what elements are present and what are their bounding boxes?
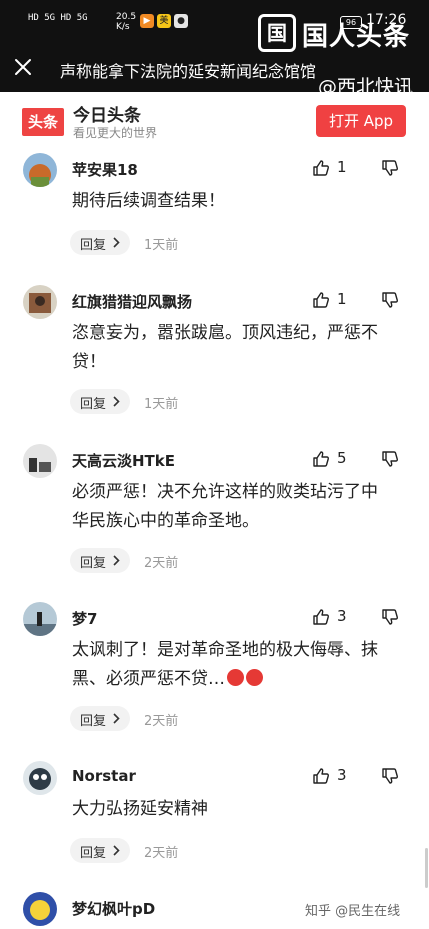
avatar[interactable] — [23, 153, 57, 187]
notification-app-icon: ▶ — [140, 14, 154, 28]
avatar[interactable] — [23, 892, 57, 926]
comment-time: 1天前 — [144, 238, 179, 253]
close-icon[interactable] — [12, 56, 34, 78]
comment-text: 恣意妄为，嚣张跋扈。顶风违纪，严惩不 贷！ — [72, 319, 407, 377]
comment-line: 恣意妄为，嚣张跋扈。顶风违纪，严惩不 — [72, 323, 378, 343]
angry-face-emoji-icon — [227, 669, 244, 686]
reply-button[interactable]: 回复 — [70, 838, 130, 863]
dislike-button[interactable] — [381, 289, 401, 311]
reply-button[interactable]: 回复 — [70, 706, 130, 731]
comment-item: 梦7 3 太讽刺了！是对革命圣地的极大侮辱、抹 黑、必须严惩不贷… 回复 2天前 — [0, 602, 429, 742]
notification-app-icon-3: ● — [174, 14, 188, 28]
comment-line: 太讽刺了！是对革命圣地的极大侮辱、抹 — [72, 640, 378, 660]
reply-button[interactable]: 回复 — [70, 548, 130, 573]
comment-time: 1天前 — [144, 397, 179, 412]
comment-line: 期待后续调查结果！ — [72, 191, 225, 211]
comment-text: 必须严惩！决不允许这样的败类玷污了中 华民族心中的革命圣地。 — [72, 478, 407, 536]
thumbs-down-icon — [382, 768, 398, 784]
comment-time: 2天前 — [144, 846, 179, 861]
comment-username[interactable]: 梦幻枫叶pD — [72, 898, 155, 919]
signal-indicator: HD 5G HD 5G — [28, 13, 88, 23]
comment-username[interactable]: 天高云淡HTkE — [72, 450, 175, 471]
chevron-right-icon — [113, 237, 120, 248]
dislike-button[interactable] — [381, 157, 401, 179]
chevron-right-icon — [113, 396, 120, 407]
thumbs-up-icon — [313, 609, 329, 625]
comment-line: 必须严惩！决不允许这样的败类玷污了中 — [72, 482, 378, 502]
like-button[interactable]: 1 — [312, 157, 352, 179]
comment-time: 2天前 — [144, 556, 179, 571]
comment-username[interactable]: 红旗猎猎迎风飘扬 — [72, 291, 192, 312]
thumbs-down-icon — [382, 609, 398, 625]
comment-line: 贷！ — [72, 352, 106, 372]
avatar[interactable] — [23, 761, 57, 795]
like-count: 5 — [337, 449, 347, 467]
comment-line: 华民族心中的革命圣地。 — [72, 511, 259, 531]
dislike-button[interactable] — [381, 606, 401, 628]
dislike-button[interactable] — [381, 448, 401, 470]
reply-label: 回复 — [80, 714, 107, 729]
comment-username[interactable]: 苹安果18 — [72, 159, 138, 180]
reply-label: 回复 — [80, 397, 107, 412]
comment-item: Norstar 3 大力弘扬延安精神 回复 2天前 — [0, 761, 429, 871]
comment-item: 红旗猎猎迎风飘扬 1 恣意妄为，嚣张跋扈。顶风违纪，严惩不 贷！ 回复 1天前 — [0, 285, 429, 425]
app-name: 今日头条 — [73, 106, 141, 126]
watermark-logo-text: 国人头条 — [302, 22, 411, 52]
watermark-logo-badge: 国 — [258, 14, 296, 52]
comment-line: 黑、必须严惩不贷… — [72, 669, 225, 689]
like-count: 1 — [337, 158, 347, 176]
comment-line-with-emoji: 黑、必须严惩不贷… — [72, 665, 407, 694]
network-speed: 20.5 K/s — [116, 12, 136, 32]
avatar[interactable] — [23, 602, 57, 636]
reply-button[interactable]: 回复 — [70, 230, 130, 255]
app-banner: 头条 今日头条 看见更大的世界 打开 App — [0, 92, 429, 150]
dislike-button[interactable] — [381, 765, 401, 787]
chevron-right-icon — [113, 555, 120, 566]
comment-time: 2天前 — [144, 714, 179, 729]
comment-text: 大力弘扬延安精神 — [72, 795, 407, 824]
comment-item: 天高云淡HTkE 5 必须严惩！决不允许这样的败类玷污了中 华民族心中的革命圣地… — [0, 444, 429, 584]
comment-username[interactable]: 梦7 — [72, 608, 97, 629]
chevron-right-icon — [113, 845, 120, 856]
network-speed-unit: K/s — [116, 22, 130, 32]
page-title: 声称能拿下法院的延安新闻纪念馆馆 — [60, 62, 317, 81]
chevron-right-icon — [113, 713, 120, 724]
network-speed-value: 20.5 — [116, 12, 137, 22]
toutiao-logo: 头条 — [22, 108, 64, 136]
thumbs-down-icon — [382, 160, 398, 176]
zhihu-watermark: 知乎 @民生在线 — [305, 904, 401, 919]
thumbs-up-icon — [313, 160, 329, 176]
scrollbar[interactable] — [425, 848, 428, 888]
reply-label: 回复 — [80, 556, 107, 571]
comment-text: 期待后续调查结果！ — [72, 187, 407, 216]
comment-text: 太讽刺了！是对革命圣地的极大侮辱、抹 黑、必须严惩不贷… — [72, 636, 407, 694]
like-button[interactable]: 3 — [312, 606, 352, 628]
thumbs-up-icon — [313, 451, 329, 467]
thumbs-down-icon — [382, 451, 398, 467]
like-button[interactable]: 1 — [312, 289, 352, 311]
like-count: 1 — [337, 290, 347, 308]
like-count: 3 — [337, 607, 347, 625]
angry-face-emoji-icon — [246, 669, 263, 686]
top-bar: HD 5G HD 5G 20.5 K/s ▶ 美 ● 96 17:26 国 国人… — [0, 0, 429, 98]
like-button[interactable]: 5 — [312, 448, 352, 470]
reply-button[interactable]: 回复 — [70, 389, 130, 414]
open-app-button[interactable]: 打开 App — [316, 105, 406, 137]
avatar[interactable] — [23, 285, 57, 319]
thumbs-down-icon — [382, 292, 398, 308]
app-slogan: 看见更大的世界 — [73, 126, 158, 140]
like-count: 3 — [337, 766, 347, 784]
reply-label: 回复 — [80, 846, 107, 861]
notification-meituan-icon: 美 — [157, 14, 171, 28]
comment-item: 苹安果18 1 期待后续调查结果！ 回复 1天前 — [0, 153, 429, 263]
reply-label: 回复 — [80, 238, 107, 253]
like-button[interactable]: 3 — [312, 765, 352, 787]
comment-line: 大力弘扬延安精神 — [72, 799, 208, 819]
thumbs-up-icon — [313, 768, 329, 784]
avatar[interactable] — [23, 444, 57, 478]
comment-username[interactable]: Norstar — [72, 767, 136, 785]
thumbs-up-icon — [313, 292, 329, 308]
